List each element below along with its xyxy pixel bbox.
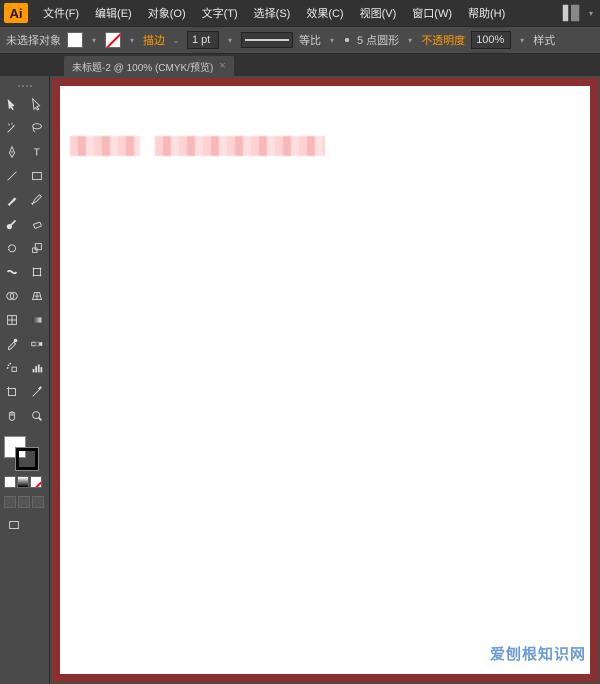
pen-tool[interactable]: [0, 140, 25, 164]
toolbox-stroke-swatch[interactable]: [16, 448, 38, 470]
pencil-tool[interactable]: [25, 188, 50, 212]
style-label: 样式: [533, 32, 555, 48]
stroke-profile[interactable]: [241, 32, 293, 48]
line-tool[interactable]: [0, 164, 25, 188]
color-mode-row: [0, 474, 49, 490]
color-mode-solid[interactable]: [4, 476, 16, 488]
document-tab[interactable]: 未标题-2 @ 100% (CMYK/预览) ×: [64, 56, 234, 76]
opacity-dropdown[interactable]: ▾: [517, 32, 527, 48]
document-tab-title: 未标题-2 @ 100% (CMYK/预览): [72, 59, 213, 74]
paintbrush-tool[interactable]: [0, 188, 25, 212]
color-controls: [0, 434, 49, 474]
stroke-dropdown[interactable]: ▾: [127, 32, 137, 48]
scale-dropdown[interactable]: ▾: [327, 32, 337, 48]
menu-type[interactable]: 文字(T): [195, 1, 245, 25]
draw-normal[interactable]: [4, 496, 16, 508]
artboard-tool[interactable]: [0, 380, 25, 404]
redacted-content-1: [70, 136, 140, 156]
canvas-area: [50, 76, 600, 684]
document-tabbar: 未标题-2 @ 100% (CMYK/预览) ×: [0, 54, 600, 76]
scale-label: 等比: [299, 32, 321, 48]
selection-status: 未选择对象: [6, 32, 61, 48]
corner-value: 5 点圆形: [357, 32, 399, 48]
opacity-input[interactable]: [471, 31, 511, 49]
hand-tool[interactable]: [0, 404, 25, 428]
eyedropper-tool[interactable]: [0, 332, 25, 356]
width-tool[interactable]: [0, 260, 25, 284]
perspective-tool[interactable]: [25, 284, 50, 308]
workspace-dropdown[interactable]: ▾: [586, 5, 596, 21]
tab-close-icon[interactable]: ×: [219, 60, 225, 72]
blend-tool[interactable]: [25, 332, 50, 356]
gradient-tool[interactable]: [25, 308, 50, 332]
screen-mode-row: [0, 514, 49, 536]
symbol-sprayer-tool[interactable]: [0, 356, 25, 380]
type-tool[interactable]: T: [25, 140, 50, 164]
scale-tool[interactable]: [25, 236, 50, 260]
lasso-tool[interactable]: [25, 116, 50, 140]
shape-builder-tool[interactable]: [0, 284, 25, 308]
watermark: 爱刨根知识网: [490, 643, 586, 664]
stroke-link[interactable]: ⌄: [171, 32, 181, 48]
stroke-swatch[interactable]: [105, 32, 121, 48]
svg-text:T: T: [33, 147, 40, 159]
menu-file[interactable]: 文件(F): [36, 1, 86, 25]
menu-edit[interactable]: 编辑(E): [88, 1, 139, 25]
stroke-label[interactable]: 描边: [143, 32, 165, 48]
toolbox-grip[interactable]: [0, 82, 49, 90]
menu-help[interactable]: 帮助(H): [461, 1, 512, 25]
toolbox: T: [0, 76, 50, 684]
free-transform-tool[interactable]: [25, 260, 50, 284]
eraser-tool[interactable]: [25, 212, 50, 236]
draw-inside[interactable]: [32, 496, 44, 508]
mesh-tool[interactable]: [0, 308, 25, 332]
rectangle-tool[interactable]: [25, 164, 50, 188]
color-mode-none[interactable]: [30, 476, 42, 488]
menu-view[interactable]: 视图(V): [353, 1, 404, 25]
corner-dropdown[interactable]: ▾: [405, 32, 415, 48]
draw-mode-row: [0, 494, 49, 510]
artboard-bounds: [52, 78, 598, 682]
graph-tool[interactable]: [25, 356, 50, 380]
options-bar: 未选择对象 ▾ ▾ 描边 ⌄ ▾ 等比 ▾ 5 点圆形 ▾ 不透明度 ▾ 样式: [0, 26, 600, 54]
opacity-label[interactable]: 不透明度: [421, 32, 465, 48]
main-area: T: [0, 76, 600, 684]
stroke-width-dropdown[interactable]: ▾: [225, 32, 235, 48]
rotate-tool[interactable]: [0, 236, 25, 260]
redacted-content-2: [155, 136, 325, 156]
app-logo: Ai: [4, 3, 28, 23]
draw-behind[interactable]: [18, 496, 30, 508]
workspace-switcher-icon[interactable]: [560, 3, 582, 23]
zoom-tool[interactable]: [25, 404, 50, 428]
menubar: Ai 文件(F) 编辑(E) 对象(O) 文字(T) 选择(S) 效果(C) 视…: [0, 0, 600, 26]
fill-dropdown[interactable]: ▾: [89, 32, 99, 48]
selection-tool[interactable]: [0, 92, 25, 116]
menu-window[interactable]: 窗口(W): [405, 1, 459, 25]
fill-swatch[interactable]: [67, 32, 83, 48]
magic-wand-tool[interactable]: [0, 116, 25, 140]
stroke-width-input[interactable]: [187, 31, 219, 49]
menu-object[interactable]: 对象(O): [141, 1, 193, 25]
corner-bullet: [345, 38, 349, 42]
screen-mode-button[interactable]: [4, 516, 24, 534]
artboard[interactable]: [60, 86, 590, 674]
menu-effect[interactable]: 效果(C): [299, 1, 350, 25]
menu-select[interactable]: 选择(S): [247, 1, 298, 25]
color-mode-gradient[interactable]: [17, 476, 29, 488]
blob-brush-tool[interactable]: [0, 212, 25, 236]
direct-selection-tool[interactable]: [25, 92, 50, 116]
slice-tool[interactable]: [25, 380, 50, 404]
